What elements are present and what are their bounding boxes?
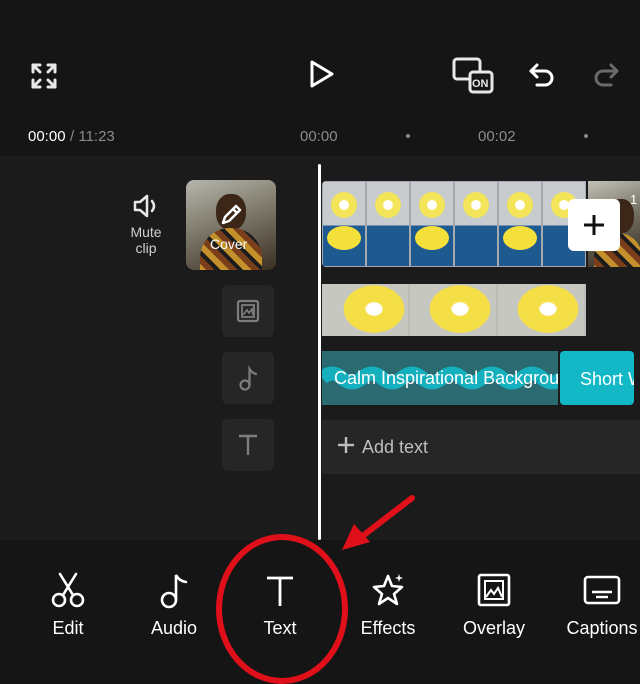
audio-track-button[interactable] bbox=[222, 352, 274, 404]
plus-icon bbox=[584, 215, 604, 235]
undo-icon[interactable] bbox=[524, 56, 560, 92]
ruler-tick: 00:02 bbox=[478, 128, 516, 145]
toolbar-edit[interactable]: Edit bbox=[18, 570, 118, 639]
overlay-clip[interactable] bbox=[322, 284, 586, 336]
clip-frame bbox=[366, 181, 410, 267]
speaker-icon bbox=[118, 192, 174, 220]
add-text-label: Add text bbox=[362, 437, 429, 457]
clip-edge-label: 1 bbox=[630, 192, 638, 207]
captions-icon bbox=[552, 570, 640, 610]
main-video-clip[interactable] bbox=[322, 181, 586, 267]
image-icon bbox=[236, 299, 260, 323]
toolbar-captions[interactable]: Captions bbox=[552, 570, 640, 639]
flower-sticker bbox=[516, 284, 580, 334]
hd-toggle-label: ON bbox=[472, 78, 489, 90]
time-display: 00:00 / 11:23 bbox=[28, 128, 115, 146]
clip-frame bbox=[454, 181, 498, 267]
text-icon bbox=[239, 434, 257, 455]
toolbar-effects[interactable]: Effects bbox=[338, 570, 438, 639]
clip-frame bbox=[410, 181, 454, 267]
flower-sticker bbox=[342, 284, 406, 334]
overlay-icon bbox=[444, 570, 544, 610]
cover-thumbnail[interactable]: Cover bbox=[186, 180, 276, 270]
screen-icon bbox=[452, 57, 494, 94]
overlay-track-button[interactable] bbox=[222, 285, 274, 337]
text-track[interactable]: Add text bbox=[322, 420, 640, 474]
flower-sticker bbox=[428, 284, 492, 334]
ruler-tick: 00:00 bbox=[300, 128, 338, 145]
audio-clip-title: Calm Inspirational Backgrou bbox=[334, 368, 558, 388]
text-track-button[interactable] bbox=[222, 419, 274, 471]
music-note-icon bbox=[124, 570, 224, 610]
toolbar-overlay-label: Overlay bbox=[462, 618, 525, 638]
scissors-icon bbox=[18, 570, 118, 610]
plus-icon bbox=[336, 435, 356, 460]
expand-icon[interactable] bbox=[26, 58, 62, 94]
sound-effect-clip[interactable]: Short W bbox=[560, 351, 634, 405]
annotation-circle bbox=[216, 534, 348, 684]
toolbar-edit-label: Edit bbox=[52, 618, 84, 638]
mute-clip-label: Mute clip bbox=[130, 224, 162, 256]
ruler-dot bbox=[584, 134, 588, 138]
toolbar-effects-label: Effects bbox=[360, 618, 416, 638]
redo-icon[interactable] bbox=[588, 56, 624, 92]
total-time: / 11:23 bbox=[70, 128, 115, 145]
mute-clip-button[interactable]: Mute clip bbox=[118, 192, 174, 256]
sound-effect-title: Short W bbox=[580, 369, 634, 389]
hd-toggle[interactable]: ON bbox=[450, 56, 496, 96]
playhead[interactable] bbox=[318, 164, 321, 540]
toolbar-overlay[interactable]: Overlay bbox=[444, 570, 544, 639]
music-note-icon bbox=[239, 365, 258, 391]
sparkle-star-icon bbox=[338, 570, 438, 610]
current-time: 00:00 bbox=[28, 128, 66, 145]
pencil-icon bbox=[218, 202, 244, 233]
clip-frame bbox=[498, 181, 542, 267]
toolbar-captions-label: Captions bbox=[566, 618, 638, 638]
cover-label: Cover bbox=[210, 236, 248, 252]
annotation-arrow bbox=[342, 495, 415, 550]
toolbar-audio-label: Audio bbox=[150, 618, 198, 638]
ruler-dot bbox=[406, 134, 410, 138]
add-clip-button[interactable] bbox=[568, 199, 620, 251]
toolbar-audio[interactable]: Audio bbox=[124, 570, 224, 639]
play-icon[interactable] bbox=[304, 56, 340, 92]
clip-frame bbox=[322, 181, 366, 267]
audio-clip[interactable]: Calm Inspirational Backgrou bbox=[322, 351, 558, 405]
